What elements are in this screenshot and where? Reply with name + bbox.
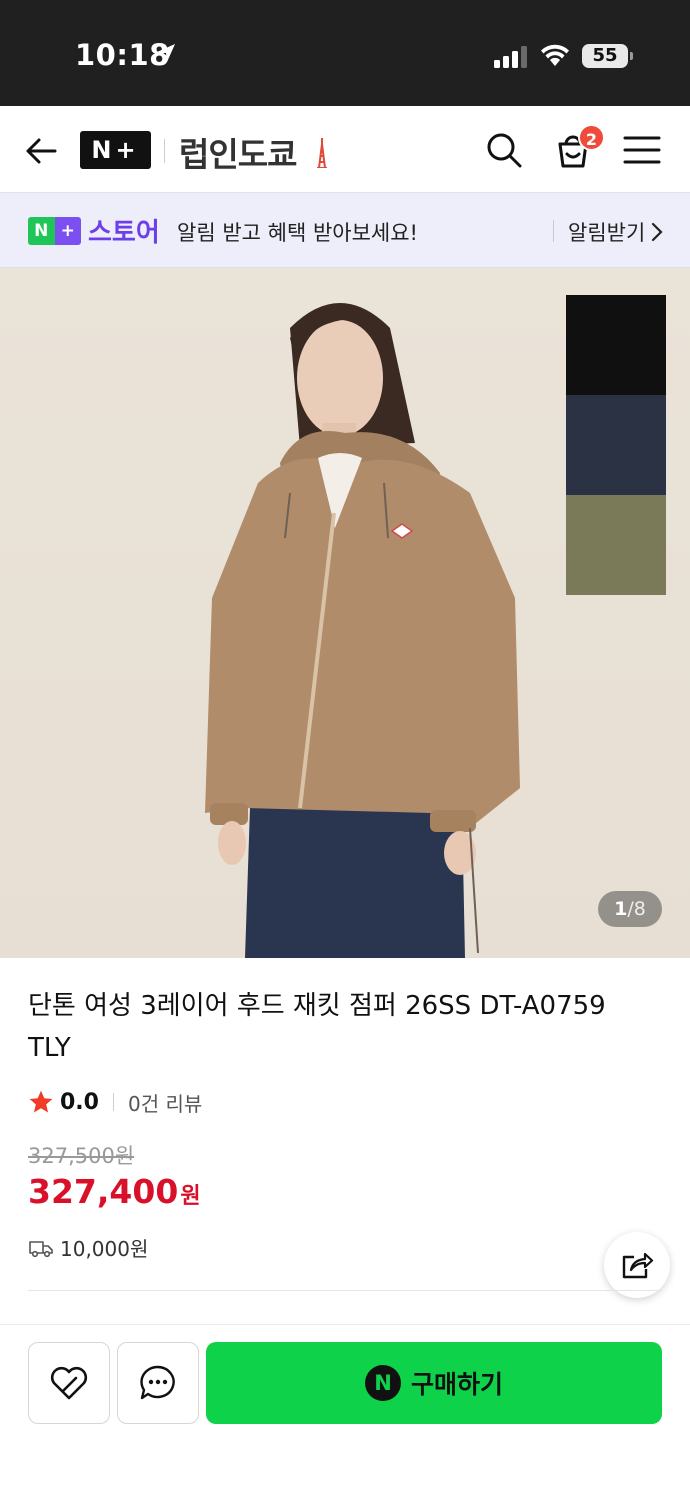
store-brand-label: 스토어 [88, 218, 160, 248]
talk-inquiry-button[interactable] [117, 1342, 199, 1424]
heart-icon [50, 1366, 88, 1400]
divider-line [28, 1290, 662, 1291]
review-count-link[interactable]: 0건 리뷰 [128, 1088, 202, 1117]
sale-price-number: 327,400 [28, 1172, 179, 1211]
store-name[interactable]: 럽인도쿄 [179, 128, 297, 176]
chat-bubble-icon [140, 1365, 175, 1400]
subscribe-alert-label: 알림받기 [568, 221, 646, 245]
buy-now-button[interactable]: N 구매하기 [206, 1342, 662, 1424]
share-button[interactable] [604, 1232, 670, 1298]
color-swatch-navy[interactable] [566, 395, 666, 495]
total-image-count: /8 [627, 898, 646, 920]
chevron-right-icon [652, 222, 663, 242]
location-arrow-icon [157, 44, 175, 62]
bottom-bar-divider [0, 1324, 690, 1325]
hamburger-menu-icon[interactable] [622, 134, 662, 166]
current-image-index: 1 [614, 898, 628, 920]
color-swatch-khaki[interactable] [566, 495, 666, 595]
status-bar: 10:18 55 [0, 0, 690, 106]
naver-plus-badge: N + [28, 217, 81, 245]
back-arrow-icon[interactable] [22, 132, 60, 170]
share-icon [622, 1252, 654, 1279]
buy-now-label: 구매하기 [410, 1370, 503, 1399]
rating-divider [112, 1093, 114, 1111]
battery-indicator: 55 [582, 44, 633, 68]
subscribe-alert-button[interactable]: 알림받기 [568, 217, 663, 247]
app-header: N+ 럽인도쿄 2 [0, 106, 690, 193]
delivery-truck-icon [29, 1240, 53, 1257]
cellular-signal-icon [494, 46, 527, 68]
search-icon[interactable] [484, 130, 524, 170]
wifi-icon [541, 44, 569, 66]
image-page-counter: 1/8 [598, 891, 662, 927]
header-divider [164, 139, 165, 163]
cart-count-badge: 2 [578, 124, 605, 151]
color-swatch-list [566, 295, 666, 595]
color-swatch-black[interactable] [566, 295, 666, 395]
rating-score: 0.0 [60, 1089, 99, 1115]
promo-message: 알림 받고 혜택 받아보세요! [177, 221, 418, 245]
notification-promo-banner[interactable]: N + 스토어 알림 받고 혜택 받아보세요! 알림받기 [0, 193, 690, 268]
shipping-fee-row: 10,000원 [28, 1233, 148, 1262]
product-title: 단톤 여성 3레이어 후드 재킷 점퍼 26SS DT-A0759 TLY [28, 991, 606, 1063]
np-plus-part: + [54, 217, 81, 245]
naver-n-icon: N [364, 1365, 401, 1401]
original-price: 327,500원 [28, 1144, 135, 1168]
np-n-part: N [28, 217, 55, 245]
star-icon [29, 1090, 53, 1113]
shipping-fee-value: 10,000원 [60, 1237, 149, 1261]
tokyo-tower-icon [317, 138, 327, 168]
wishlist-button[interactable] [28, 1342, 110, 1424]
naver-plus-logo[interactable]: N+ [80, 131, 151, 169]
rating-row[interactable]: 0.0 0건 리뷰 [28, 1087, 202, 1117]
product-image-gallery[interactable]: 1/8 [0, 268, 690, 958]
promo-divider [553, 220, 554, 242]
sale-price: 327,400원 [28, 1172, 201, 1211]
sale-price-unit: 원 [180, 1184, 201, 1209]
